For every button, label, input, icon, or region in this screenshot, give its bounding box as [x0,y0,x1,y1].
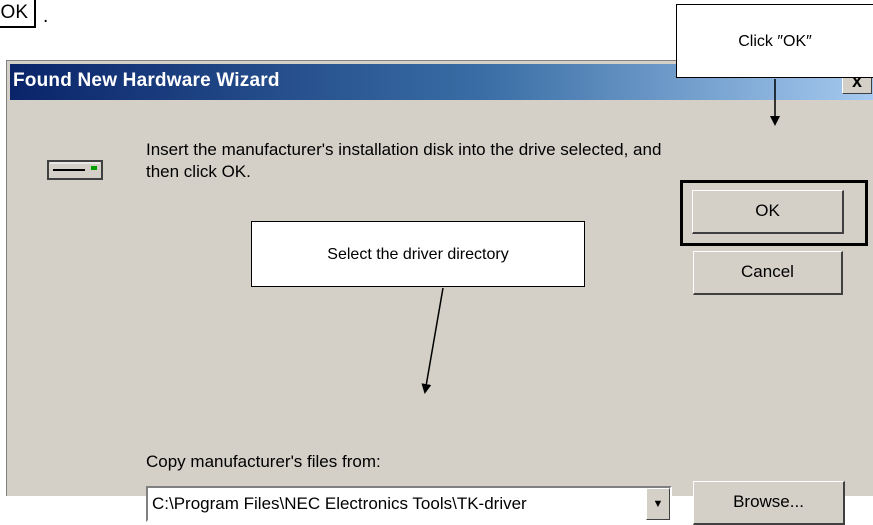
chevron-down-icon: ▼ [652,498,664,510]
directory-callout-arrow [421,287,444,394]
callout-arrows [421,79,780,394]
source-path-value[interactable]: C:\Program Files\NEC Electronics Tools\T… [152,494,527,514]
